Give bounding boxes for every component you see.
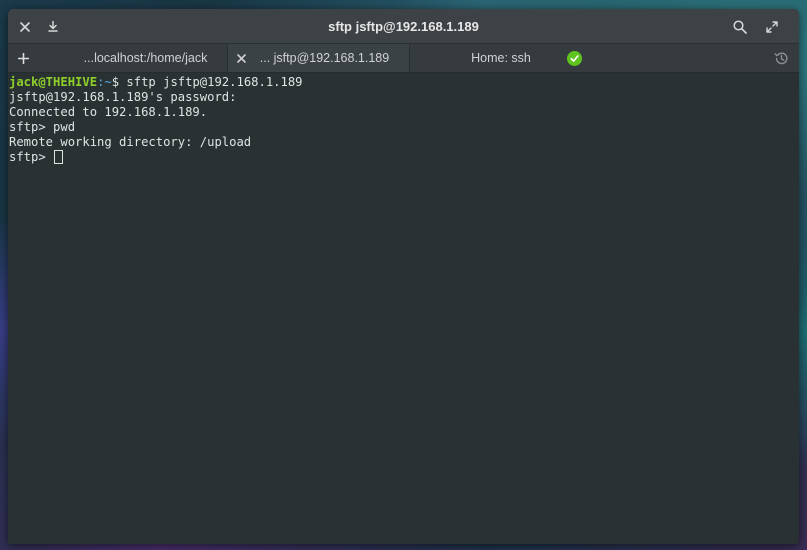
terminal-input-line[interactable]: sftp> [9, 150, 798, 165]
title-bar[interactable]: sftp jsftp@192.168.1.189 [8, 9, 799, 44]
tab-close-button[interactable] [228, 51, 254, 66]
terminal-line: Remote working directory: /upload [9, 135, 252, 149]
tab-bar-spacer [592, 44, 763, 72]
history-icon [774, 51, 788, 64]
plus-icon [17, 52, 29, 64]
maximize-icon [766, 20, 778, 33]
prompt-path: ~ [104, 75, 112, 89]
close-window-button[interactable] [10, 9, 40, 44]
window-title: sftp jsftp@192.168.1.189 [328, 19, 479, 34]
terminal-line: jsftp@192.168.1.189's password: [9, 90, 237, 104]
search-button[interactable] [725, 9, 755, 44]
checkmark-icon [570, 55, 579, 62]
tab-label: ...localhost:/home/jack [83, 51, 208, 65]
search-icon [733, 19, 747, 34]
sftp-prompt: sftp> [9, 150, 54, 164]
tab-localhost[interactable]: ...localhost:/home/jack [38, 44, 228, 72]
terminal-output[interactable]: jack@THEHIVE:~$ sftp jsftp@192.168.1.189… [8, 73, 799, 165]
tab-home-ssh[interactable]: Home: ssh [410, 44, 592, 72]
command-text: $ sftp jsftp@192.168.1.189 [111, 75, 303, 89]
download-icon [48, 21, 58, 32]
terminal-line: jack@THEHIVE:~$ sftp jsftp@192.168.1.189 [9, 75, 798, 90]
history-button[interactable] [763, 44, 799, 72]
terminal-line: sftp> pwd [9, 120, 76, 134]
tab-bar: ...localhost:/home/jack ... jsftp@192.16… [8, 44, 799, 73]
maximize-button[interactable] [757, 9, 787, 44]
text-cursor [54, 150, 64, 164]
status-badge [567, 51, 582, 66]
close-icon [20, 21, 30, 32]
new-tab-button[interactable] [8, 44, 38, 72]
close-icon [236, 53, 246, 63]
tab-label: ... jsftp@192.168.1.189 [259, 51, 390, 65]
terminal-line: Connected to 192.168.1.189. [9, 105, 208, 119]
download-button[interactable] [38, 9, 68, 44]
tab-sftp[interactable]: ... jsftp@192.168.1.189 [228, 44, 410, 72]
prompt-user: jack@THEHIVE [9, 75, 98, 89]
tab-label: Home: ssh [471, 51, 531, 65]
terminal-window: sftp jsftp@192.168.1.189 ...localhost:/h… [8, 9, 799, 544]
